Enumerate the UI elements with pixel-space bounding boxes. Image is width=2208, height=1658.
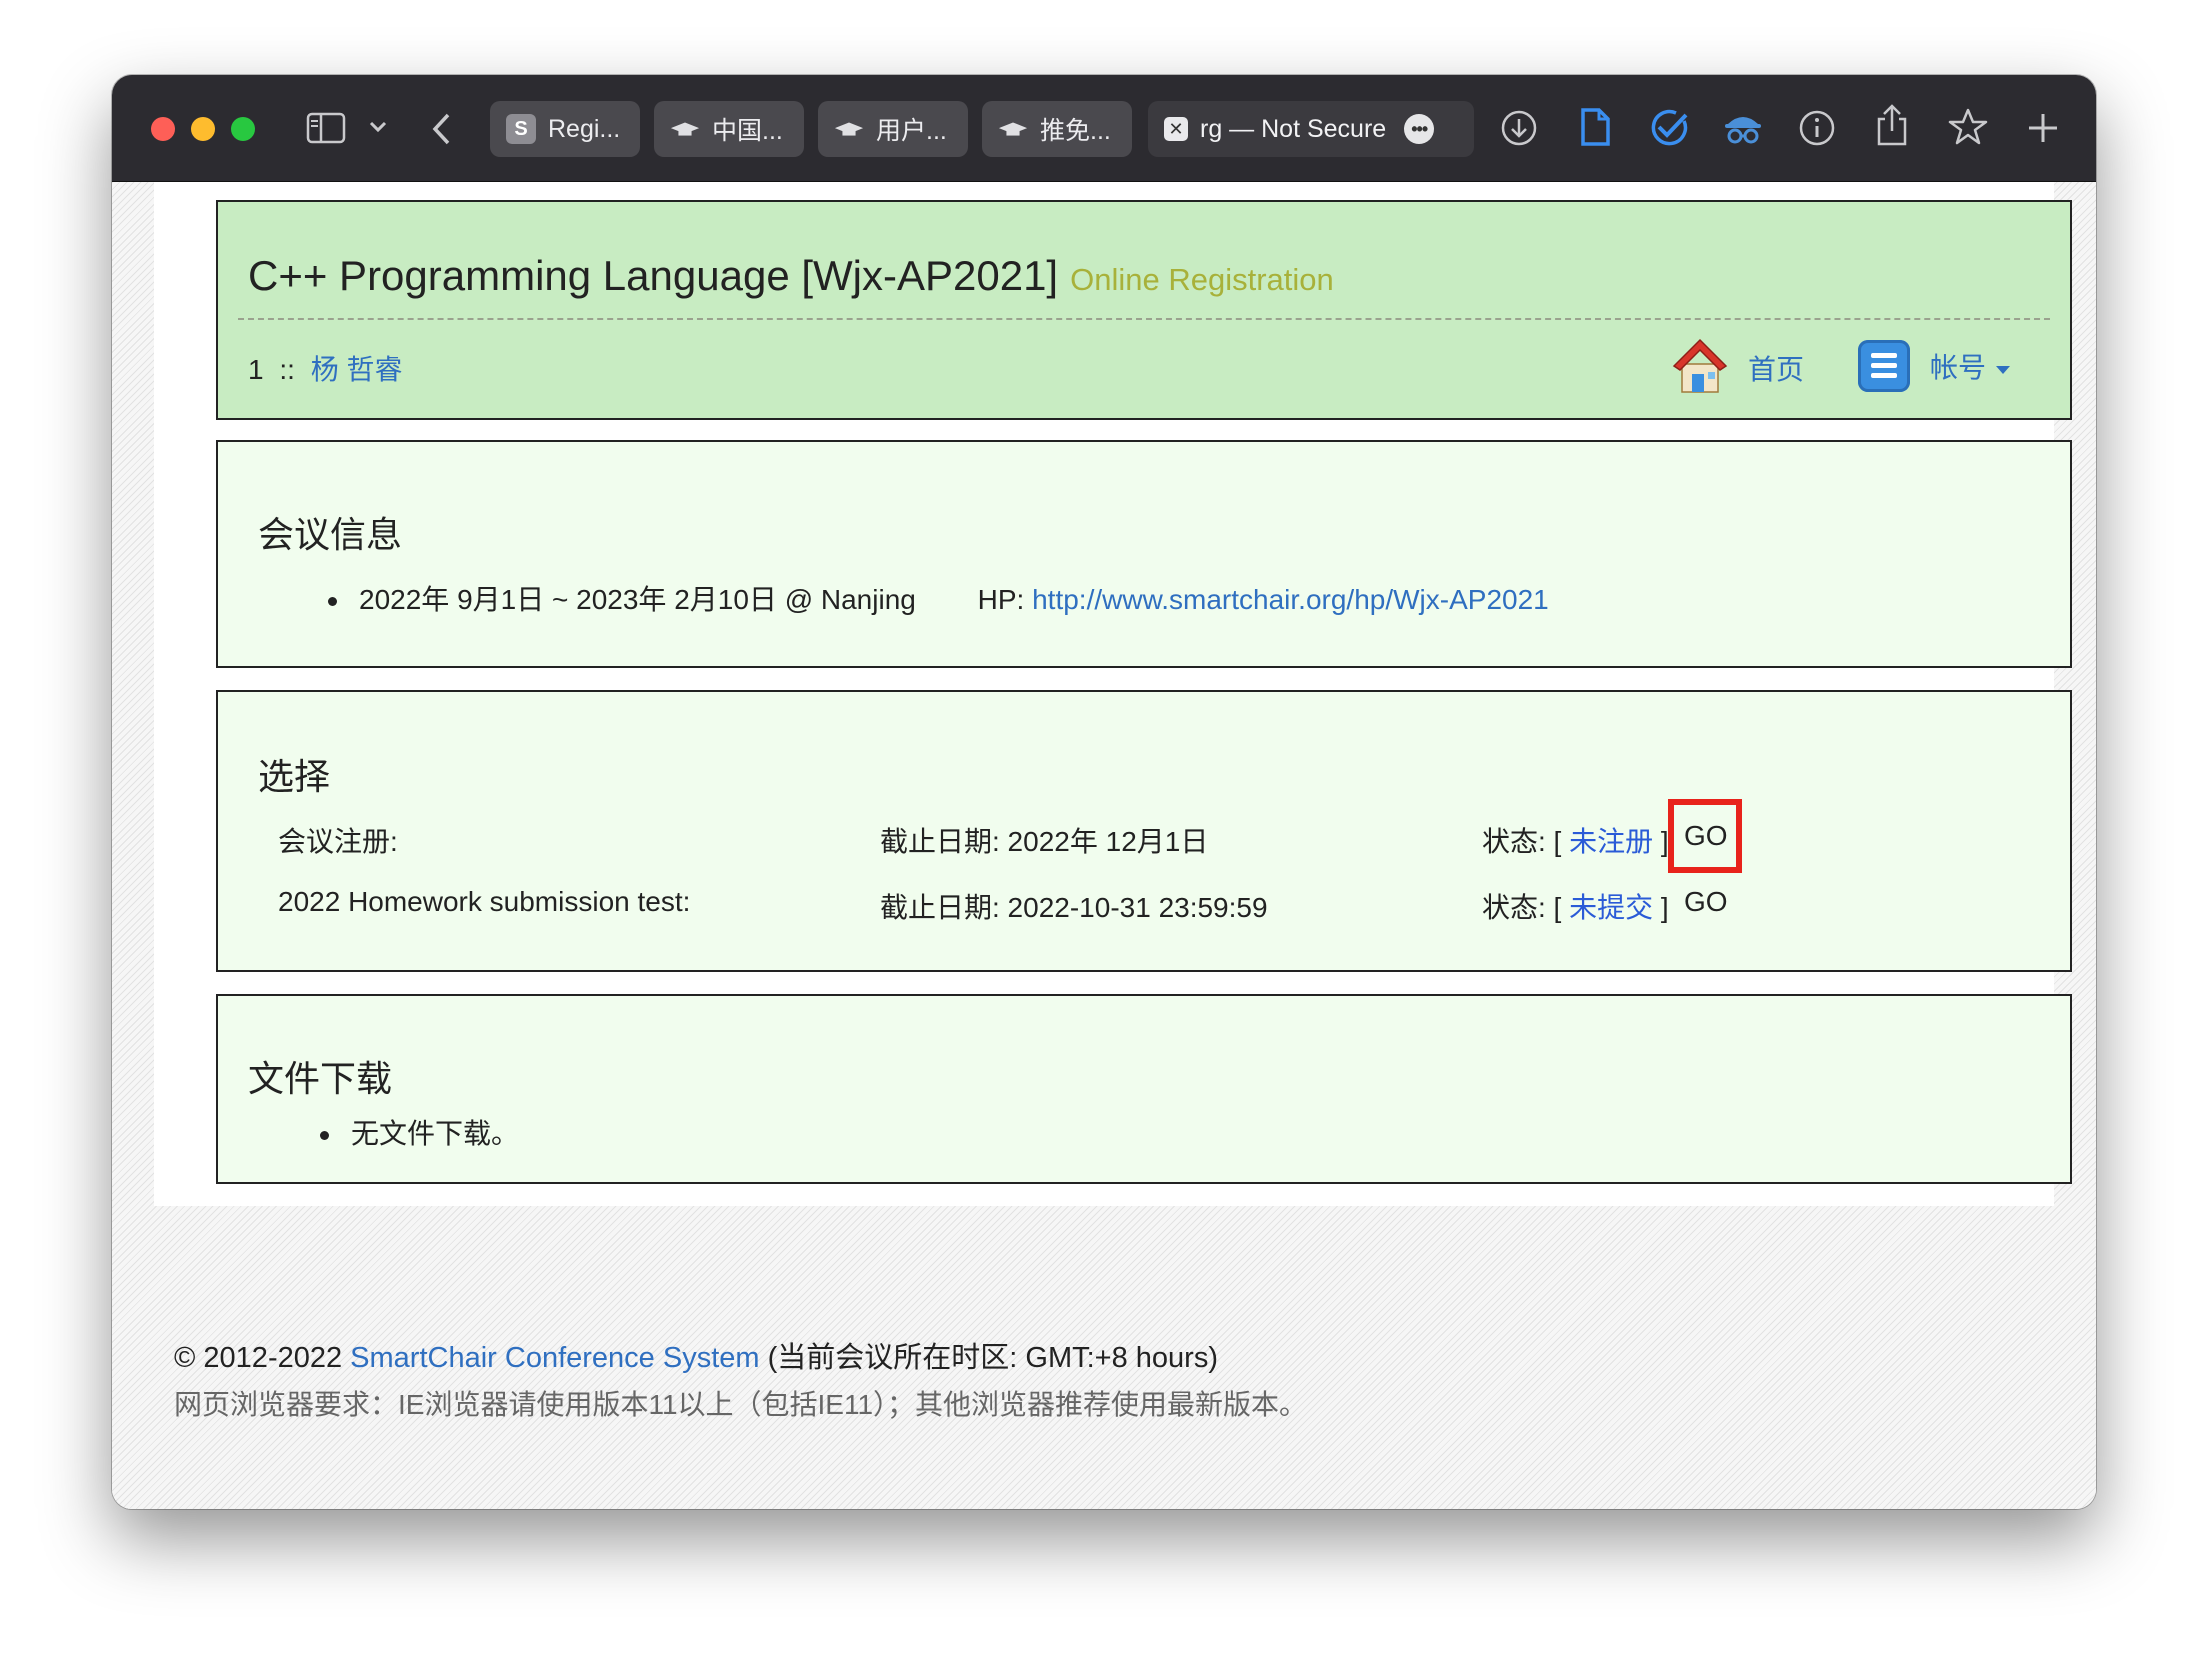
sidebar-toggle-icon[interactable] <box>306 111 346 145</box>
info-heading: 会议信息 <box>258 514 403 555</box>
page-container: C++ Programming Language [Wjx-AP2021] Onl… <box>154 182 2072 1206</box>
tab-label: 用户... <box>876 117 947 145</box>
close-tab-icon[interactable]: ✕ <box>1164 117 1188 141</box>
conference-info-panel: 会议信息 2022年 9月1日 ~ 2023年 2月10日 @ Nanjing … <box>216 440 2072 668</box>
homework-status: 状态: [ 未提交 ] <box>1482 886 1669 926</box>
registration-name: 会议注册: <box>278 826 398 857</box>
user-name-link[interactable]: 杨 哲睿 <box>311 354 403 385</box>
info-icon[interactable] <box>1798 109 1836 147</box>
page-content: C++ Programming Language [Wjx-AP2021] Onl… <box>112 182 2096 1509</box>
mortarboard-icon <box>834 114 864 144</box>
checkmark-extension-icon[interactable] <box>1648 107 1690 149</box>
share-icon[interactable] <box>1874 103 1910 147</box>
tab-label: 中国... <box>712 117 783 145</box>
account-dropdown[interactable]: 帐号 <box>1930 346 2011 386</box>
downloads-panel: 文件下载 无文件下载。 <box>216 994 2072 1184</box>
homework-go-button[interactable]: GO <box>1684 886 1728 918</box>
timezone-text: (当前会议所在时区: GMT:+8 hours) <box>767 1342 1218 1374</box>
tab-recommend[interactable]: 推免... <box>982 101 1132 157</box>
registration-status: 状态: [ 未注册 ] <box>1482 820 1669 860</box>
minimize-window-button[interactable] <box>191 117 215 141</box>
tab-user[interactable]: 用户... <box>818 101 968 157</box>
status-suffix: ] <box>1660 892 1669 923</box>
choices-heading: 选择 <box>258 756 331 797</box>
user-separator: :: <box>279 354 295 385</box>
bullet-icon <box>328 597 337 607</box>
spy-extension-icon[interactable] <box>1722 107 1764 149</box>
status-prefix: 状态: [ <box>1482 826 1562 857</box>
home-icon[interactable] <box>1668 334 1732 403</box>
tab-label: Regi... <box>548 114 621 143</box>
back-arrow-icon[interactable] <box>430 111 454 147</box>
download-icon[interactable] <box>1500 109 1538 147</box>
downloads-item: 无文件下载。 <box>320 1112 519 1152</box>
hp-label: HP: <box>977 584 1025 615</box>
bookmark-star-icon[interactable] <box>1948 107 1988 147</box>
new-tab-plus-icon[interactable] <box>2026 111 2060 145</box>
page-title: C++ Programming Language [Wjx-AP2021] Onl… <box>248 252 1334 300</box>
highlight-annotation <box>1668 799 1742 873</box>
tab-china[interactable]: 中国... <box>654 101 804 157</box>
s-letter-favicon-icon: S <box>506 114 536 144</box>
tab-label: 推免... <box>1040 117 1111 145</box>
mortarboard-icon <box>998 114 1028 144</box>
home-link[interactable]: 首页 <box>1748 348 1804 388</box>
registration-deadline: 截止日期: 2022年 12月1日 <box>880 826 1209 857</box>
homework-name: 2022 Homework submission test: <box>278 886 691 917</box>
homepage-link[interactable]: http://www.smartchair.org/hp/Wjx-AP2021 <box>1032 584 1549 615</box>
footer-copyright: © 2012-2022 SmartChair Conference System… <box>174 1334 1218 1376</box>
status-prefix: 状态: [ <box>1482 892 1562 923</box>
homework-status-link[interactable]: 未提交 <box>1569 892 1653 923</box>
close-window-button[interactable] <box>151 117 175 141</box>
account-label: 帐号 <box>1930 352 1987 383</box>
conference-header: C++ Programming Language [Wjx-AP2021] Onl… <box>216 200 2072 420</box>
tab-active[interactable]: ✕ rg — Not Secure ••• <box>1148 101 1474 157</box>
conference-title: C++ Programming Language [Wjx-AP2021] <box>248 252 1059 299</box>
caret-down-icon <box>1996 365 2011 374</box>
choices-panel: 选择 会议注册: 截止日期: 2022年 12月1日 状态: [ 未注册 ] G… <box>216 690 2072 972</box>
menu-list-icon[interactable] <box>1858 340 1910 392</box>
conference-dates: 2022年 9月1日 ~ 2023年 2月10日 @ Nanjing <box>359 584 916 615</box>
browser-window: S Regi... 中国... 用户... 推免... ✕ rg — Not S… <box>112 75 2096 1509</box>
tab-registration[interactable]: S Regi... <box>490 101 640 157</box>
info-item: 2022年 9月1日 ~ 2023年 2月10日 @ Nanjing HP: h… <box>328 578 1549 618</box>
registration-status-link[interactable]: 未注册 <box>1569 826 1653 857</box>
no-downloads-text: 无文件下载。 <box>351 1118 520 1149</box>
browser-requirements: 网页浏览器要求：IE浏览器请使用版本11以上（包括IE11）；其他浏览器推荐使用… <box>174 1389 1308 1420</box>
smartchair-link[interactable]: SmartChair Conference System <box>350 1342 759 1374</box>
address-label: rg — Not Secure <box>1200 114 1387 143</box>
mortarboard-icon <box>670 114 700 144</box>
bullet-icon <box>320 1131 329 1141</box>
page-subtitle: Online Registration <box>1070 262 1334 297</box>
user-info: 1 :: 杨 哲睿 <box>248 348 402 388</box>
copyright-text: © 2012-2022 <box>174 1342 343 1374</box>
homework-deadline: 截止日期: 2022-10-31 23:59:59 <box>880 892 1268 923</box>
downloads-heading: 文件下载 <box>248 1058 393 1099</box>
zoom-window-button[interactable] <box>231 117 255 141</box>
chevron-down-icon[interactable] <box>368 119 388 135</box>
more-icon[interactable]: ••• <box>1404 114 1435 144</box>
document-icon[interactable] <box>1578 107 1612 147</box>
browser-toolbar: S Regi... 中国... 用户... 推免... ✕ rg — Not S… <box>112 75 2096 182</box>
user-id: 1 <box>248 354 264 385</box>
dashed-divider <box>238 318 2050 320</box>
